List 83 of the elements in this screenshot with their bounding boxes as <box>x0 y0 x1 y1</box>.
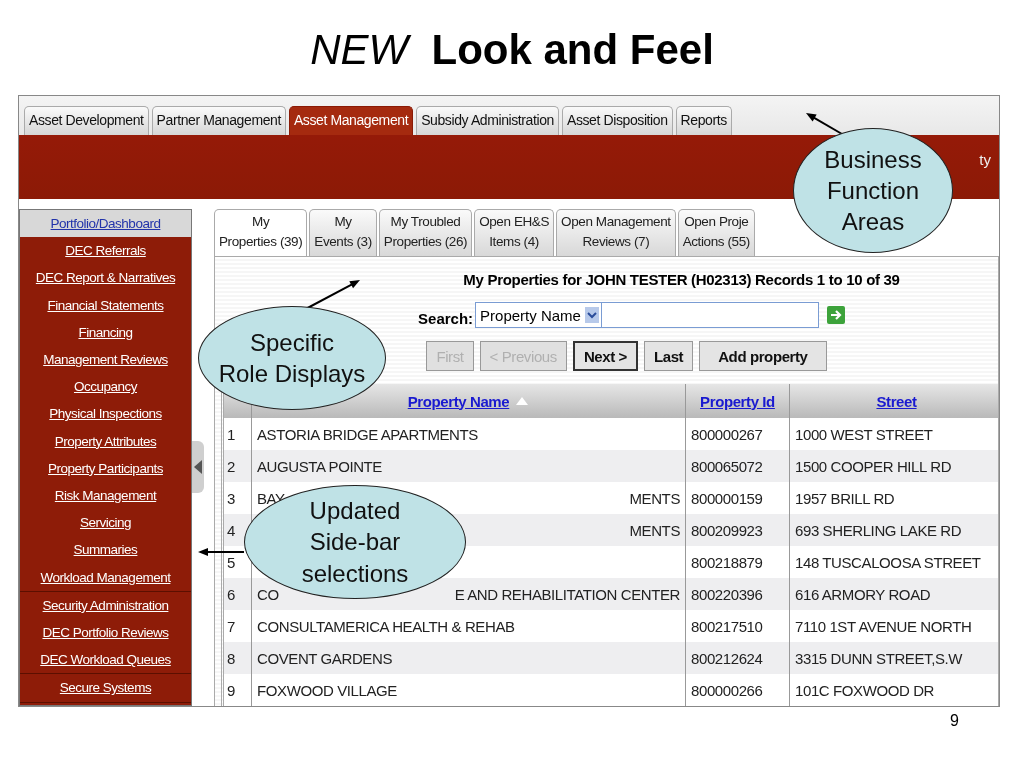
sidebar-link[interactable]: Financial Statements <box>20 291 191 319</box>
street: 1500 COOPER HILL RD <box>795 457 952 475</box>
view-tab[interactable]: Open Proje Actions (55) <box>677 209 755 256</box>
sidebar-link[interactable]: DEC Report & Narratives <box>20 264 191 292</box>
view-tab[interactable]: Open EH&S Items (4) <box>474 209 555 256</box>
row-number: 9 <box>227 681 235 699</box>
street: 1957 BRILL RD <box>795 489 895 507</box>
sidebar-link[interactable]: Physical Inspections <box>20 400 191 428</box>
pager-button[interactable]: Next > <box>572 341 638 371</box>
sidebar-link[interactable]: Portfolio/Dashboard <box>20 210 191 238</box>
street: 101C FOXWOOD DR <box>795 681 935 699</box>
row-number: 8 <box>227 649 235 667</box>
view-tab[interactable]: My Properties (39) <box>214 209 308 256</box>
row-number: 6 <box>227 585 235 603</box>
header-text: ty <box>979 151 991 168</box>
property-name: CONSULTAMERICA HEALTH & REHAB <box>257 617 515 635</box>
street: 616 ARMORY ROAD <box>795 585 931 603</box>
top-tab[interactable]: Subsidy Administration <box>416 106 559 135</box>
row-number: 4 <box>227 521 235 539</box>
row-number: 1 <box>227 425 235 443</box>
listing-heading: My Properties for JOHN TESTER (H02313) Records 1 to 10 of 39 <box>463 271 900 288</box>
sidebar-link[interactable]: Financing <box>20 318 191 346</box>
sidebar-link[interactable]: Security Administration <box>20 591 191 620</box>
column-header[interactable]: Property Name <box>407 392 510 410</box>
sidebar-link[interactable]: DEC Workload Queues <box>20 646 191 674</box>
column-header[interactable]: Property Id <box>700 392 775 410</box>
search-field[interactable] <box>600 302 819 328</box>
sidebar-link[interactable]: Occupancy <box>20 373 191 401</box>
property-id: 800065072 <box>691 457 763 475</box>
street: 3315 DUNN STREET,S.W <box>795 649 963 667</box>
search-by-dropdown[interactable]: Property Name <box>475 302 602 328</box>
street: 1000 WEST STREET <box>795 425 933 443</box>
top-tab[interactable]: Asset Disposition <box>562 106 673 135</box>
property-id: 800212624 <box>691 649 763 667</box>
property-id: 800220396 <box>691 585 763 603</box>
pager-button[interactable]: Last <box>643 341 694 371</box>
street: 7110 1ST AVENUE NORTH <box>795 617 972 635</box>
callout-arrow <box>806 113 843 135</box>
column-header[interactable]: Street <box>876 392 917 410</box>
sidebar-link[interactable]: Servicing <box>20 509 191 537</box>
property-name: AUGUSTA POINTE <box>257 457 382 475</box>
pager-button[interactable]: Add property <box>699 341 827 371</box>
property-name: MENTS <box>629 489 680 507</box>
property-name: COVENT GARDENS <box>257 649 392 667</box>
property-id: 800000266 <box>691 681 763 699</box>
collapse-icon <box>194 460 202 474</box>
property-id: 800217510 <box>691 617 763 635</box>
street: 693 SHERLING LAKE RD <box>795 521 962 539</box>
top-tab[interactable]: Partner Management <box>151 106 286 135</box>
property-id: 800000267 <box>691 425 763 443</box>
dropdown-icon <box>584 307 599 323</box>
sidebar-link[interactable]: Secure Systems <box>20 674 191 702</box>
collapse-handle[interactable] <box>192 441 204 493</box>
row-number: 2 <box>227 457 235 475</box>
row-number: 7 <box>227 617 235 635</box>
go-arrow-icon[interactable] <box>826 306 845 324</box>
street: 148 TUSCALOOSA STREET <box>795 553 981 571</box>
sidebar-link[interactable]: Property Attributes <box>20 427 191 455</box>
slide-title: NEW Look and Feel <box>310 26 714 74</box>
property-name: ASTORIA BRIDGE APARTMENTS <box>257 425 478 443</box>
page-number: 9 <box>950 712 959 730</box>
property-id: 800218879 <box>691 553 763 571</box>
property-name: FOXWOOD VILLAGE <box>257 681 397 699</box>
sidebar-link[interactable]: Summaries <box>20 536 191 564</box>
row-number: 5 <box>227 553 235 571</box>
sidebar-link[interactable]: Workload Management <box>20 563 191 591</box>
property-id: 800209923 <box>691 521 763 539</box>
sidebar-link[interactable]: Property Participants <box>20 454 191 483</box>
property-id: 800000159 <box>691 489 763 507</box>
view-tab[interactable]: Open Management Reviews (7) <box>556 209 676 256</box>
top-tab[interactable]: Asset Management <box>288 106 414 135</box>
top-tab[interactable]: Reports <box>675 106 732 135</box>
search-label: Search: <box>418 309 474 327</box>
row-number: 3 <box>227 489 235 507</box>
view-tab[interactable]: My Troubled Properties (26) <box>378 209 473 256</box>
top-tab[interactable]: Asset Development <box>24 106 149 135</box>
sidebar-link[interactable]: Risk Management <box>20 482 191 510</box>
property-name: MENTS <box>629 521 680 539</box>
sidebar-link[interactable]: Management Reviews <box>20 346 191 374</box>
sidebar-link[interactable]: DEC Referrals <box>20 237 191 265</box>
callout-arrow <box>198 548 245 556</box>
sidebar-link[interactable]: DEC Portfolio Reviews <box>20 619 191 647</box>
view-tab[interactable]: My Events (3) <box>309 209 377 256</box>
